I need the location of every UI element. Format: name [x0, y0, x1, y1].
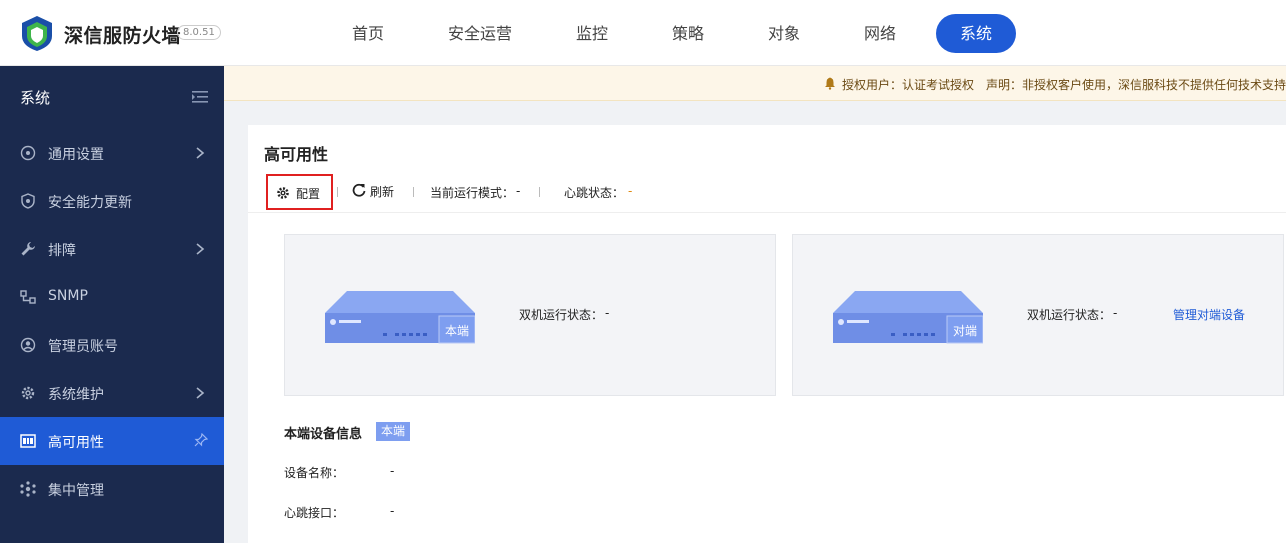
user-icon: [20, 337, 36, 353]
sangfor-logo-icon: [22, 16, 52, 51]
firewall-device-icon: 对端: [833, 291, 983, 344]
toolbar-divider: [539, 187, 540, 197]
device-name-label: 设备名称：: [284, 466, 345, 480]
refresh-icon: [352, 183, 366, 197]
local-ha-status-value: -: [605, 306, 610, 320]
peer-ha-status-label: 双机运行状态：: [1027, 308, 1112, 322]
sidebar-item-label: 通用设置: [48, 147, 104, 163]
chevron-right-icon: [196, 243, 205, 255]
sidebar: 系统 通用设置 安全能力更新 排障 SNMP 管理员账号 系统维护 高可用性 集…: [0, 66, 224, 543]
brand-name: 深信服防火墙: [64, 25, 182, 47]
device-name-value: -: [390, 464, 395, 478]
cluster-icon: [20, 481, 36, 497]
menu-collapse-icon[interactable]: [192, 90, 208, 104]
local-badge: 本端: [376, 422, 411, 441]
sidebar-item-label: 高可用性: [48, 435, 104, 451]
run-mode-value: -: [516, 184, 521, 198]
run-mode-label: 当前运行模式：: [430, 186, 515, 200]
sidebar-item-label: 集中管理: [48, 483, 104, 499]
sidebar-item-label: SNMP: [48, 288, 88, 304]
device-tag: 本端: [445, 324, 469, 338]
nav-security-ops[interactable]: 安全运营: [440, 14, 520, 53]
sidebar-item-troubleshoot[interactable]: 排障: [0, 225, 224, 273]
sidebar-item-system-maintenance[interactable]: 系统维护: [0, 369, 224, 417]
sidebar-item-central-management[interactable]: 集中管理: [0, 465, 224, 513]
firewall-device-icon: 本端: [325, 291, 475, 344]
sidebar-item-label: 安全能力更新: [48, 195, 132, 211]
nav-policy[interactable]: 策略: [648, 14, 728, 53]
ha-card: 高可用性 配置 刷新 当前运行模式： - 心跳状态： - 本端 双机运行状态： …: [248, 125, 1286, 543]
version-badge: 8.0.51: [177, 25, 221, 40]
local-ha-status-label: 双机运行状态：: [519, 308, 604, 322]
sidebar-item-label: 排障: [48, 243, 76, 259]
sidebar-item-label: 管理员账号: [48, 339, 118, 355]
snmp-icon: [20, 290, 36, 304]
toolbar-divider: [337, 187, 338, 197]
nav-home[interactable]: 首页: [328, 14, 408, 53]
page-title: 高可用性: [264, 145, 329, 164]
peer-ha-status-value: -: [1113, 306, 1118, 320]
sidebar-item-high-availability[interactable]: 高可用性: [0, 417, 224, 465]
nav-object[interactable]: 对象: [744, 14, 824, 53]
ha-icon: [20, 434, 36, 448]
sidebar-item-snmp[interactable]: SNMP: [0, 273, 224, 321]
heartbeat-interface-value: -: [390, 504, 395, 518]
nav-system[interactable]: 系统: [936, 14, 1016, 53]
heartbeat-label: 心跳状态：: [564, 186, 625, 200]
sidebar-item-general-settings[interactable]: 通用设置: [0, 129, 224, 177]
config-button[interactable]: 配置: [266, 174, 333, 210]
license-notice-bar: 授权用户：认证考试授权 声明：非授权客户使用，深信服科技不提供任何技术支持: [224, 66, 1286, 101]
refresh-button-label: 刷新: [370, 185, 395, 199]
top-header: 深信服防火墙 8.0.51 首页 安全运营 监控 策略 对象 网络 系统: [0, 0, 1286, 66]
sidebar-title: 系统: [20, 89, 51, 107]
gear-icon: [21, 386, 35, 400]
manage-peer-device-link[interactable]: 管理对端设备: [1173, 306, 1245, 323]
notice-text: 授权用户：认证考试授权 声明：非授权客户使用，深信服科技不提供任何技术支持: [842, 78, 1286, 92]
settings-circle-icon: [20, 145, 36, 161]
pin-icon[interactable]: [194, 433, 208, 447]
gear-icon: [277, 187, 289, 199]
local-device-info-title: 本端设备信息: [284, 427, 363, 442]
wrench-icon: [21, 242, 35, 256]
toolbar: 配置 刷新 当前运行模式： - 心跳状态： -: [248, 171, 1286, 213]
peer-device-panel: 对端 双机运行状态： - 管理对端设备: [792, 234, 1284, 396]
sidebar-item-label: 系统维护: [48, 387, 104, 403]
shield-icon: [21, 193, 35, 209]
sidebar-item-admin-accounts[interactable]: 管理员账号: [0, 321, 224, 369]
heartbeat-value: -: [628, 184, 633, 198]
heartbeat-interface-label: 心跳接口：: [284, 506, 345, 520]
nav-monitor[interactable]: 监控: [552, 14, 632, 53]
bell-icon: [825, 77, 835, 90]
nav-network[interactable]: 网络: [840, 14, 920, 53]
toolbar-divider: [413, 187, 414, 197]
config-button-label: 配置: [296, 187, 321, 201]
local-device-panel: 本端 双机运行状态： -: [284, 234, 776, 396]
chevron-right-icon: [196, 147, 205, 159]
chevron-right-icon: [196, 387, 205, 399]
device-tag: 对端: [953, 324, 977, 338]
sidebar-item-security-update[interactable]: 安全能力更新: [0, 177, 224, 225]
